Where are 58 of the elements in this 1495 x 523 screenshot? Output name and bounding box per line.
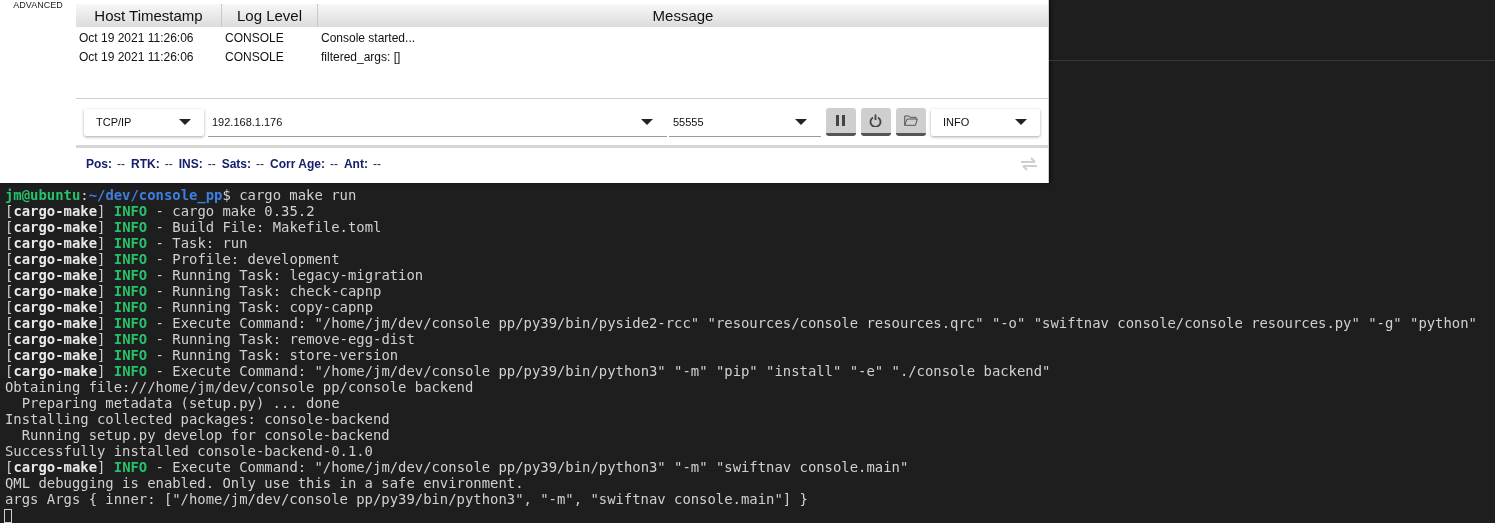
terminal-line: QML debugging is enabled. Only use this in a safe environment. bbox=[5, 475, 525, 491]
caret-icon bbox=[795, 118, 807, 125]
terminal-line: Running setup.py develop for console-backend bbox=[20, 427, 391, 443]
status-label: Sats: bbox=[221, 156, 252, 171]
terminal-line: [cargo-make] INFO - Running Task: check-capnp bbox=[5, 283, 383, 299]
terminal-line: [cargo-make] INFO - Task: run bbox=[5, 235, 249, 251]
terminal-line: [cargo-make] INFO - Running Task: remove-egg-dist bbox=[5, 331, 416, 347]
terminal-line: [cargo-make] INFO - Execute Command: "/home/jm/dev/console pp/py39/bin/python3" "-m" "pip" "install" "-e" "./console backend" bbox=[5, 363, 1052, 379]
log-level-dropdown[interactable]: INFO bbox=[931, 108, 1040, 136]
table-cell-text: CONSOLE bbox=[224, 30, 285, 47]
table-cell-text: Oct 19 2021 11:26:06 bbox=[78, 30, 195, 47]
caret-icon bbox=[641, 118, 653, 125]
table-cell-text: filtered_args: [] bbox=[320, 49, 402, 66]
status-value: -- bbox=[117, 156, 125, 171]
status-label: INS: bbox=[178, 156, 203, 171]
terminal-line: args Args { inner: ["/home/jm/dev/console pp/py39/bin/python3", "-m", "swiftnav console.main"] } bbox=[5, 491, 809, 507]
table-cell-text: Console started... bbox=[320, 30, 417, 47]
sync-icon bbox=[1020, 156, 1038, 171]
status-label: RTK: bbox=[131, 156, 160, 171]
sidebar-label[interactable]: ADVANCED bbox=[13, 0, 63, 11]
terminal-line: [cargo-make] INFO - Execute Command: "/home/jm/dev/console pp/py39/bin/pyside2-rcc" "resources/console resources.qrc" "-o" "swiftnav console/console resources.py" "-g" "python" bbox=[5, 315, 1478, 331]
status-value: -- bbox=[329, 156, 338, 171]
table-cell-text: CONSOLE bbox=[224, 49, 285, 66]
power-icon bbox=[869, 114, 883, 127]
port-combobox[interactable]: 55555 bbox=[669, 107, 821, 137]
terminal-line: Installing collected packages: console-backend bbox=[5, 411, 391, 427]
terminal-line: jm@ubuntu:~/dev/console_pp$ cargo make run bbox=[5, 187, 358, 203]
status-value: -- bbox=[256, 156, 265, 171]
terminal-line: [cargo-make] INFO - Running Task: legacy-migration bbox=[5, 267, 425, 283]
terminal-line: [cargo-make] INFO - Execute Command: "/home/jm/dev/console pp/py39/bin/python3" "-m" "swiftnav console.main" bbox=[5, 459, 910, 475]
column-header[interactable]: Message bbox=[318, 4, 1048, 27]
power-button[interactable] bbox=[861, 108, 891, 136]
table-cell-text: Oct 19 2021 11:26:06 bbox=[78, 49, 195, 66]
column-header[interactable]: Host Timestamp bbox=[76, 4, 222, 27]
caret-icon bbox=[179, 119, 191, 125]
status-label: Corr Age: bbox=[270, 156, 325, 171]
status-label: Pos: bbox=[86, 156, 112, 171]
status-label: Ant: bbox=[343, 156, 368, 171]
status-value: -- bbox=[164, 156, 173, 171]
terminal-line: [cargo-make] INFO - Profile: development bbox=[5, 251, 341, 267]
terminal-line: Preparing metadata (setup.py) ... done bbox=[20, 395, 341, 411]
status-value: -- bbox=[207, 156, 216, 171]
caret-icon bbox=[1015, 119, 1027, 125]
terminal-line: [cargo-make] INFO - Build File: Makefile.toml bbox=[5, 219, 383, 235]
status-value: -- bbox=[372, 156, 381, 171]
terminal-line: [cargo-make] INFO - Running Task: copy-capnp bbox=[5, 299, 375, 315]
pause-icon bbox=[834, 114, 848, 127]
pause-button[interactable] bbox=[826, 108, 856, 136]
terminal-line: [cargo-make] INFO - Running Task: store-version bbox=[5, 347, 400, 363]
terminal-line: Obtaining file:///home/jm/dev/console pp/console backend bbox=[5, 379, 475, 395]
host-combobox[interactable]: 192.168.1.176 bbox=[208, 107, 667, 137]
text-cursor bbox=[4, 509, 12, 523]
folder-button[interactable] bbox=[896, 108, 926, 136]
connection-type-dropdown[interactable]: TCP/IP bbox=[84, 108, 204, 136]
folder-icon bbox=[904, 114, 918, 127]
column-header[interactable]: Log Level bbox=[222, 4, 318, 27]
terminal-line: [cargo-make] INFO - cargo make 0.35.2 bbox=[5, 203, 316, 219]
terminal-line: Successfully installed console-backend-0.1.0 bbox=[5, 443, 374, 459]
